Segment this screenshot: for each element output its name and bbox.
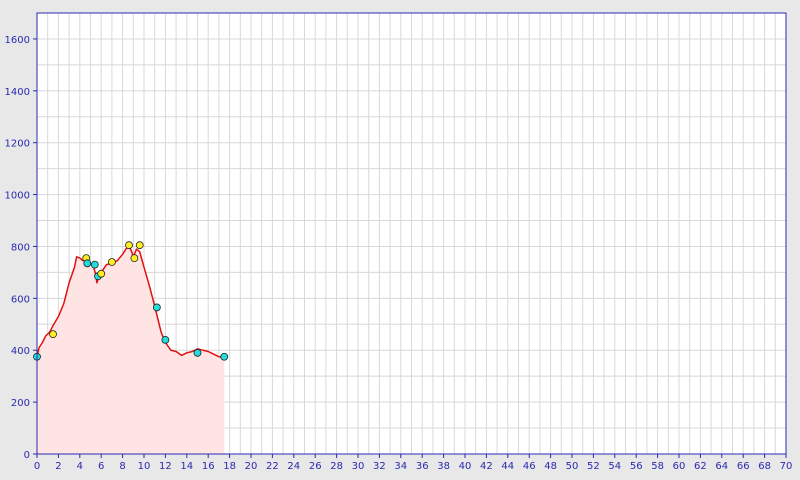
waypoint-marker[interactable] — [161, 335, 170, 344]
x-tick-label: 16 — [202, 461, 215, 472]
x-tick-label: 60 — [673, 461, 686, 472]
x-tick-label: 30 — [352, 461, 365, 472]
x-tick-label: 2 — [55, 461, 61, 472]
y-tick-label: 1200 — [5, 139, 30, 150]
x-tick-label: 8 — [119, 461, 125, 472]
waypoint-marker[interactable] — [220, 352, 229, 361]
x-tick-label: 26 — [309, 461, 322, 472]
x-tick-label: 34 — [394, 461, 407, 472]
x-tick-label: 56 — [630, 461, 643, 472]
x-tick-label: 10 — [138, 461, 151, 472]
y-tick-label: 800 — [11, 242, 30, 253]
waypoint-marker[interactable] — [152, 303, 161, 312]
x-tick-label: 46 — [523, 461, 536, 472]
y-tick-label: 0 — [24, 450, 30, 461]
x-tick-label: 4 — [77, 461, 83, 472]
x-tick-label: 42 — [480, 461, 493, 472]
y-tick-label: 1600 — [5, 35, 30, 46]
x-tick-label: 36 — [416, 461, 429, 472]
x-tick-label: 48 — [544, 461, 557, 472]
x-tick-label: 28 — [330, 461, 343, 472]
x-tick-label: 18 — [223, 461, 236, 472]
x-tick-label: 22 — [266, 461, 279, 472]
waypoint-marker[interactable] — [135, 241, 144, 250]
waypoint-marker[interactable] — [130, 254, 139, 263]
x-tick-label: 52 — [587, 461, 600, 472]
x-tick-label: 66 — [737, 461, 750, 472]
x-tick-label: 64 — [715, 461, 728, 472]
waypoint-marker[interactable] — [83, 259, 92, 268]
x-tick-label: 70 — [780, 461, 793, 472]
y-tick-label: 1400 — [5, 87, 30, 98]
x-tick-label: 40 — [459, 461, 472, 472]
waypoint-marker[interactable] — [90, 260, 99, 269]
x-tick-label: 32 — [373, 461, 386, 472]
x-tick-label: 54 — [608, 461, 621, 472]
x-tick-label: 58 — [651, 461, 664, 472]
y-axis: 0 200 400 600 800 1000 1200 1400 1600 — [5, 35, 37, 461]
x-tick-label: 0 — [34, 461, 40, 472]
y-tick-label: 400 — [11, 346, 30, 357]
x-tick-label: 50 — [566, 461, 579, 472]
y-tick-label: 600 — [11, 294, 30, 305]
x-tick-label: 24 — [287, 461, 300, 472]
y-tick-label: 1000 — [5, 191, 30, 202]
waypoint-marker[interactable] — [125, 241, 133, 250]
x-tick-label: 38 — [437, 461, 450, 472]
x-tick-label: 6 — [98, 461, 104, 472]
x-tick-label: 14 — [180, 461, 193, 472]
y-tick-label: 200 — [11, 398, 30, 409]
x-axis: 0 2 4 6 8 10 12 14 16 18 20 22 24 26 28 30 32 34 36 38 40 42 4… — [34, 454, 793, 472]
waypoint-marker[interactable] — [97, 269, 106, 278]
waypoint-marker[interactable] — [108, 258, 116, 266]
waypoint-marker[interactable] — [49, 330, 57, 339]
x-tick-label: 20 — [245, 461, 258, 472]
x-tick-label: 44 — [501, 461, 514, 472]
elevation-chart: 0 2 4 6 8 10 12 14 16 18 20 22 24 26 28 30 32 34 36 38 40 42 4… — [5, 12, 793, 472]
x-tick-label: 12 — [159, 461, 172, 472]
x-tick-label: 62 — [694, 461, 707, 472]
x-tick-label: 68 — [758, 461, 771, 472]
waypoint-marker[interactable] — [193, 348, 202, 357]
